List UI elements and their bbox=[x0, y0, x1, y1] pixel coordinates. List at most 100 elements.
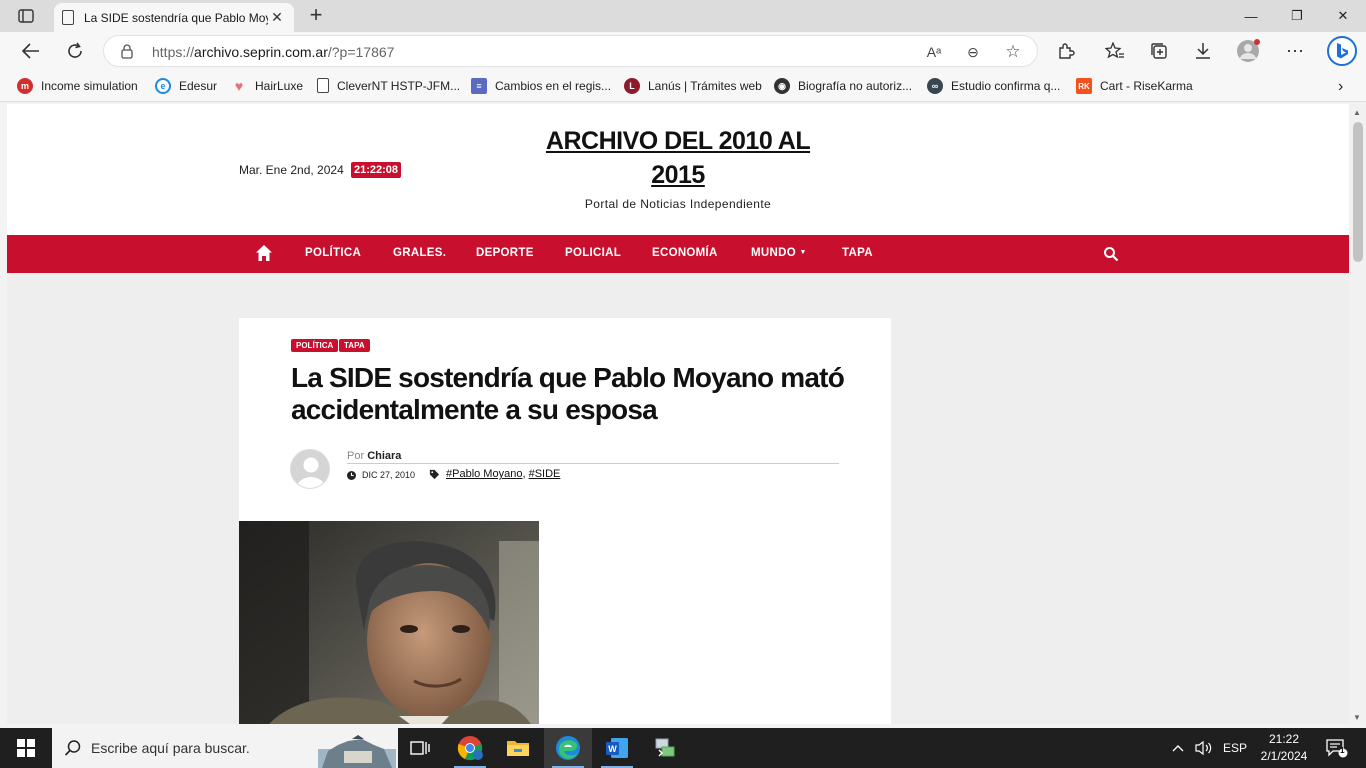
bookmark-label: Cart - RiseKarma bbox=[1100, 79, 1193, 93]
read-aloud-icon[interactable]: A͏ᵃ bbox=[924, 42, 944, 62]
bookmark-item[interactable]: ≡ Cambios en el regis... bbox=[471, 78, 611, 94]
home-icon[interactable] bbox=[255, 244, 273, 262]
taskbar-clock[interactable]: 21:22 2/1/2024 bbox=[1254, 731, 1314, 765]
favorites-button[interactable] bbox=[1101, 37, 1129, 65]
article-card: POLÍTICA TAPA La SIDE sostendría que Pab… bbox=[239, 318, 891, 724]
bookmark-page-icon bbox=[317, 78, 329, 93]
taskbar-remote-app[interactable] bbox=[641, 728, 689, 768]
bookmark-item[interactable]: L Lanús | Trámites web bbox=[624, 78, 762, 94]
bookmark-label: Cambios en el regis... bbox=[495, 79, 612, 93]
taskbar-chrome[interactable] bbox=[446, 728, 494, 768]
downloads-button[interactable] bbox=[1189, 37, 1217, 65]
author-avatar[interactable] bbox=[290, 449, 330, 489]
volume-icon[interactable] bbox=[1195, 728, 1213, 768]
category-badge-tapa[interactable]: TAPA bbox=[339, 339, 370, 352]
bookmark-item[interactable]: m Income simulation bbox=[17, 78, 138, 94]
minimize-button[interactable]: — bbox=[1228, 0, 1274, 32]
bing-button[interactable] bbox=[1326, 35, 1358, 67]
main-navbar: POLÍTICA GRALES. DEPORTE POLICIAL ECONOM… bbox=[7, 235, 1349, 273]
close-window-button[interactable]: ✕ bbox=[1320, 0, 1366, 32]
nav-item-mundo[interactable]: MUNDO ▼ bbox=[751, 247, 807, 259]
site-title-link[interactable]: ARCHIVO DEL 2010 AL 2015 bbox=[517, 124, 839, 192]
favorite-star-icon[interactable]: ☆ bbox=[1003, 42, 1023, 62]
header-time-badge: 21:22:08 bbox=[351, 162, 402, 178]
bookmark-item[interactable]: CleverNT HSTP-JFM... bbox=[317, 78, 460, 93]
bookmark-item[interactable]: ♥ HairLuxe bbox=[231, 78, 303, 94]
profile-avatar-icon bbox=[1237, 39, 1260, 62]
tag-link-pablo-moyano[interactable]: #Pablo Moyano bbox=[446, 468, 522, 480]
tab-actions-button[interactable] bbox=[8, 4, 44, 28]
tag-link-side[interactable]: #SIDE bbox=[529, 468, 561, 480]
nav-item-deporte[interactable]: DEPORTE bbox=[476, 247, 534, 259]
category-badge-politica[interactable]: POLÍTICA bbox=[291, 339, 339, 352]
language-indicator[interactable]: ESP bbox=[1223, 728, 1247, 768]
task-view-icon bbox=[410, 741, 430, 755]
zoom-icon[interactable]: ⊖ bbox=[963, 42, 983, 62]
taskbar-word[interactable]: W bbox=[593, 728, 641, 768]
start-button[interactable] bbox=[0, 728, 52, 768]
url-text[interactable]: https://archivo.seprin.com.ar/?p=17867 bbox=[152, 44, 394, 60]
restore-button[interactable]: ❐ bbox=[1274, 0, 1320, 32]
nav-item-economia[interactable]: ECONOMÍA bbox=[652, 247, 718, 259]
notification-icon bbox=[1326, 739, 1348, 758]
more-menu-button[interactable]: ⋯ bbox=[1281, 37, 1309, 65]
page-scrollbar[interactable]: ▲ ▼ bbox=[1349, 104, 1366, 724]
task-view-button[interactable] bbox=[396, 728, 444, 768]
bookmark-favicon-icon: ∞ bbox=[927, 78, 943, 94]
search-icon bbox=[64, 740, 81, 756]
address-bar[interactable]: https://archivo.seprin.com.ar/?p=17867 A… bbox=[103, 35, 1038, 67]
refresh-icon bbox=[68, 42, 82, 58]
article-headline: La SIDE sostendría que Pablo Moyano mató… bbox=[291, 362, 845, 425]
edge-icon bbox=[556, 736, 580, 760]
bookmark-label: CleverNT HSTP-JFM... bbox=[337, 78, 461, 93]
collections-button[interactable] bbox=[1145, 37, 1173, 65]
notification-count: 1 bbox=[1340, 746, 1345, 755]
scrollbar-thumb[interactable] bbox=[1353, 122, 1363, 262]
taskbar-search-box[interactable]: Escribe aquí para buscar. bbox=[52, 728, 398, 768]
bookmark-label: Estudio confirma q... bbox=[951, 79, 1061, 93]
browser-tab-active[interactable]: La SIDE sostendría que Pablo Moy ✕ bbox=[54, 3, 294, 32]
scroll-up-arrow-icon[interactable]: ▲ bbox=[1353, 108, 1361, 117]
refresh-button[interactable] bbox=[61, 37, 89, 65]
taskbar-edge[interactable] bbox=[544, 728, 592, 768]
bookmark-favicon-icon: RK bbox=[1076, 78, 1092, 94]
author-line: Por Chiara bbox=[347, 450, 401, 462]
bookmarks-overflow-chevron-icon[interactable]: › bbox=[1338, 78, 1343, 96]
taskbar-file-explorer[interactable] bbox=[494, 728, 542, 768]
nav-item-policial[interactable]: POLICIAL bbox=[565, 247, 621, 259]
nav-item-grales[interactable]: GRALES. bbox=[393, 247, 446, 259]
show-hidden-icons-chevron-icon[interactable] bbox=[1171, 728, 1185, 768]
bookmark-favicon-icon: ♥ bbox=[234, 78, 244, 94]
window-controls: — ❐ ✕ bbox=[1228, 0, 1366, 32]
bookmarks-bar: m Income simulation e Edesur ♥ HairLuxe Cle… bbox=[0, 70, 1366, 102]
bookmark-label: Lanús | Trámites web bbox=[648, 79, 762, 93]
collections-icon bbox=[1151, 43, 1167, 59]
tab-close-icon[interactable]: ✕ bbox=[268, 9, 286, 26]
word-icon: W bbox=[606, 738, 628, 758]
svg-text:W: W bbox=[608, 744, 617, 754]
new-tab-button[interactable]: + bbox=[304, 4, 328, 28]
page-viewport: Mar. Ene 2nd, 2024 21:22:08 ARCHIVO DEL … bbox=[7, 104, 1349, 724]
back-button[interactable] bbox=[17, 37, 45, 65]
search-icon[interactable] bbox=[1103, 246, 1119, 262]
bookmark-favicon-icon: m bbox=[17, 78, 33, 94]
back-arrow-icon bbox=[22, 43, 39, 59]
bookmark-item[interactable]: RK Cart - RiseKarma bbox=[1076, 78, 1193, 94]
author-name-link[interactable]: Chiara bbox=[367, 450, 401, 462]
windows-logo-icon bbox=[17, 739, 35, 757]
bookmark-label: Edesur bbox=[179, 79, 218, 93]
bookmark-item[interactable]: e Edesur bbox=[155, 78, 217, 94]
notification-center-button[interactable]: 1 bbox=[1326, 728, 1348, 768]
bookmark-label: Income simulation bbox=[41, 79, 138, 93]
tab-strip: La SIDE sostendría que Pablo Moy ✕ + — ❐… bbox=[0, 0, 1366, 32]
profile-button[interactable] bbox=[1234, 37, 1262, 65]
bookmark-item[interactable]: ◉ Biografía no autoriz... bbox=[774, 78, 912, 94]
extensions-button[interactable] bbox=[1052, 37, 1080, 65]
avatar-placeholder-icon bbox=[291, 450, 329, 488]
scroll-down-arrow-icon[interactable]: ▼ bbox=[1353, 713, 1361, 722]
lock-icon[interactable] bbox=[121, 44, 133, 59]
nav-item-tapa[interactable]: TAPA bbox=[842, 247, 873, 259]
nav-item-politica[interactable]: POLÍTICA bbox=[305, 247, 361, 259]
page-icon bbox=[62, 10, 74, 25]
bookmark-item[interactable]: ∞ Estudio confirma q... bbox=[927, 78, 1060, 94]
